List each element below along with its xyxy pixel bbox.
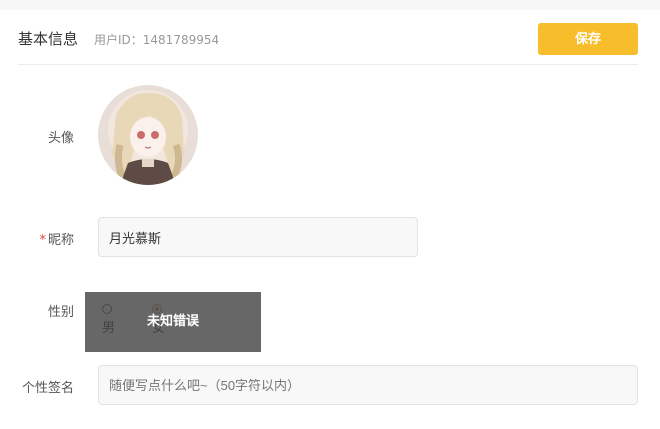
nickname-label-text: 昵称 <box>47 233 74 248</box>
required-mark: * <box>39 233 46 248</box>
error-toast: 未知错误 <box>85 292 261 352</box>
avatar-label: 头像 <box>47 131 74 146</box>
user-id-text: 用户ID：1481789954 <box>94 33 220 47</box>
section-title: 基本信息 <box>18 30 79 48</box>
signature-input[interactable] <box>98 365 638 405</box>
top-strip <box>0 0 660 10</box>
section-header: 基本信息 用户ID：1481789954 保存 <box>18 22 638 65</box>
signature-label: 个性签名 <box>21 381 74 396</box>
save-button[interactable]: 保存 <box>538 23 638 55</box>
avatar[interactable] <box>98 85 198 185</box>
avatar-image <box>98 85 198 185</box>
gender-label: 性别 <box>47 305 74 320</box>
nickname-input[interactable] <box>98 217 418 257</box>
nickname-label: * 昵称 <box>0 229 74 248</box>
